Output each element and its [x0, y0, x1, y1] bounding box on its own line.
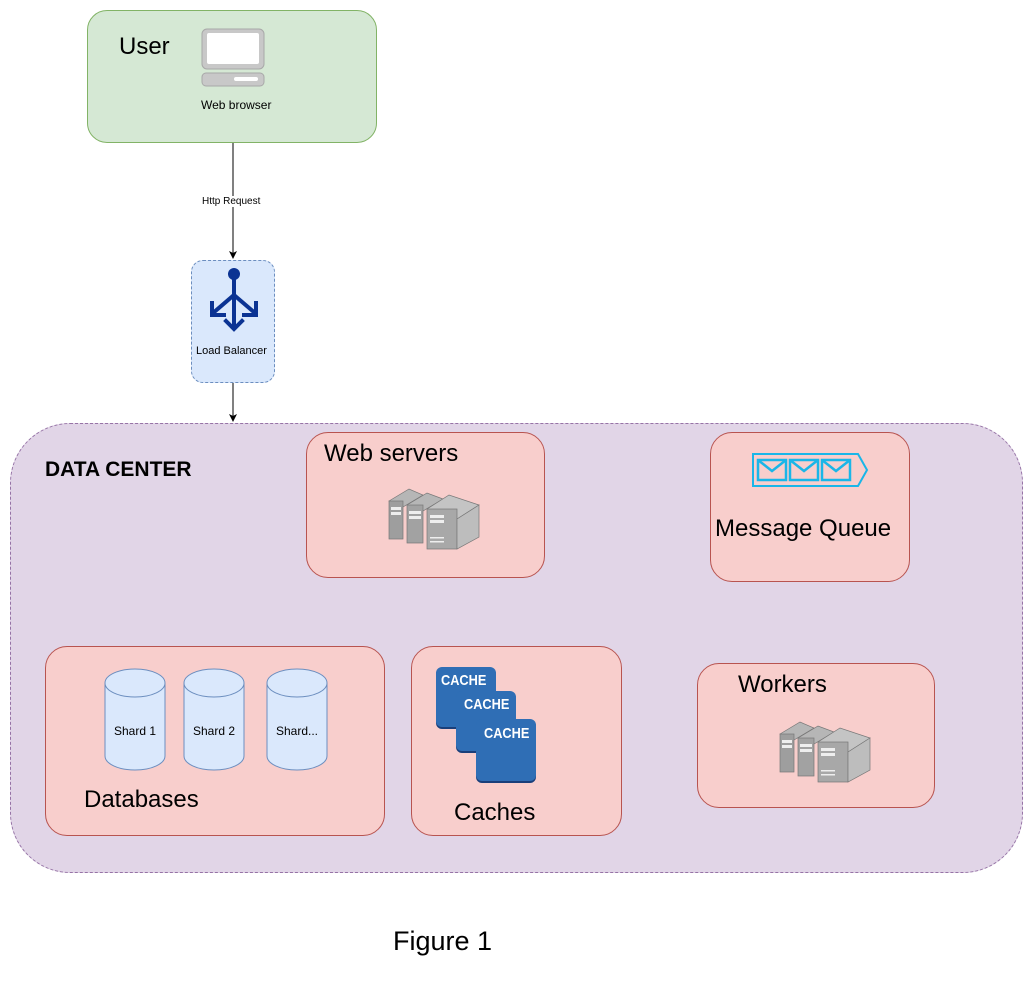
server-rack-icon	[779, 721, 871, 783]
shard-item[interactable]: Shard 2	[183, 668, 245, 771]
databases-node[interactable]: Shard 1 Shard 2 Shard... Databases	[45, 646, 385, 836]
shard-label: Shard 2	[192, 724, 236, 738]
user-title: User	[119, 33, 170, 60]
workers-node[interactable]: Workers	[697, 663, 935, 808]
workers-title: Workers	[738, 671, 827, 698]
message-queue-node[interactable]: Message Queue	[710, 432, 910, 582]
shard-label: Shard 1	[113, 724, 157, 738]
desktop-computer-icon	[201, 28, 265, 87]
edge-label-http-request: Http Request	[201, 196, 262, 207]
cache-label: CACHE	[464, 696, 510, 713]
figure-caption: Figure 1	[393, 926, 493, 956]
load-balancer-node[interactable]: Load Balancer	[191, 260, 275, 383]
message-queue-icon	[752, 453, 869, 487]
web-servers-title: Web servers	[324, 440, 459, 467]
cache-label: CACHE	[441, 672, 487, 689]
shard-item[interactable]: Shard...	[266, 668, 328, 771]
server-rack-icon	[388, 488, 480, 550]
web-servers-node[interactable]: Web servers	[306, 432, 545, 578]
database-cylinder-icon	[266, 668, 328, 771]
database-cylinder-icon	[104, 668, 166, 771]
cache-item: CACHE	[476, 719, 536, 781]
database-cylinder-icon	[183, 668, 245, 771]
databases-title: Databases	[84, 786, 199, 813]
cache-label: CACHE	[484, 725, 530, 742]
user-node[interactable]: User Web browser	[87, 10, 377, 143]
user-caption: Web browser	[201, 98, 272, 112]
shard-item[interactable]: Shard 1	[104, 668, 166, 771]
caches-node[interactable]: CACHE CACHE CACHE Caches	[411, 646, 622, 836]
caches-title: Caches	[454, 799, 536, 826]
load-balancer-label: Load Balancer	[196, 345, 267, 357]
message-queue-title: Message Queue	[715, 515, 892, 542]
data-center-title: DATA CENTER	[45, 458, 192, 481]
shard-label: Shard...	[275, 724, 319, 738]
load-balancer-icon	[210, 268, 258, 332]
